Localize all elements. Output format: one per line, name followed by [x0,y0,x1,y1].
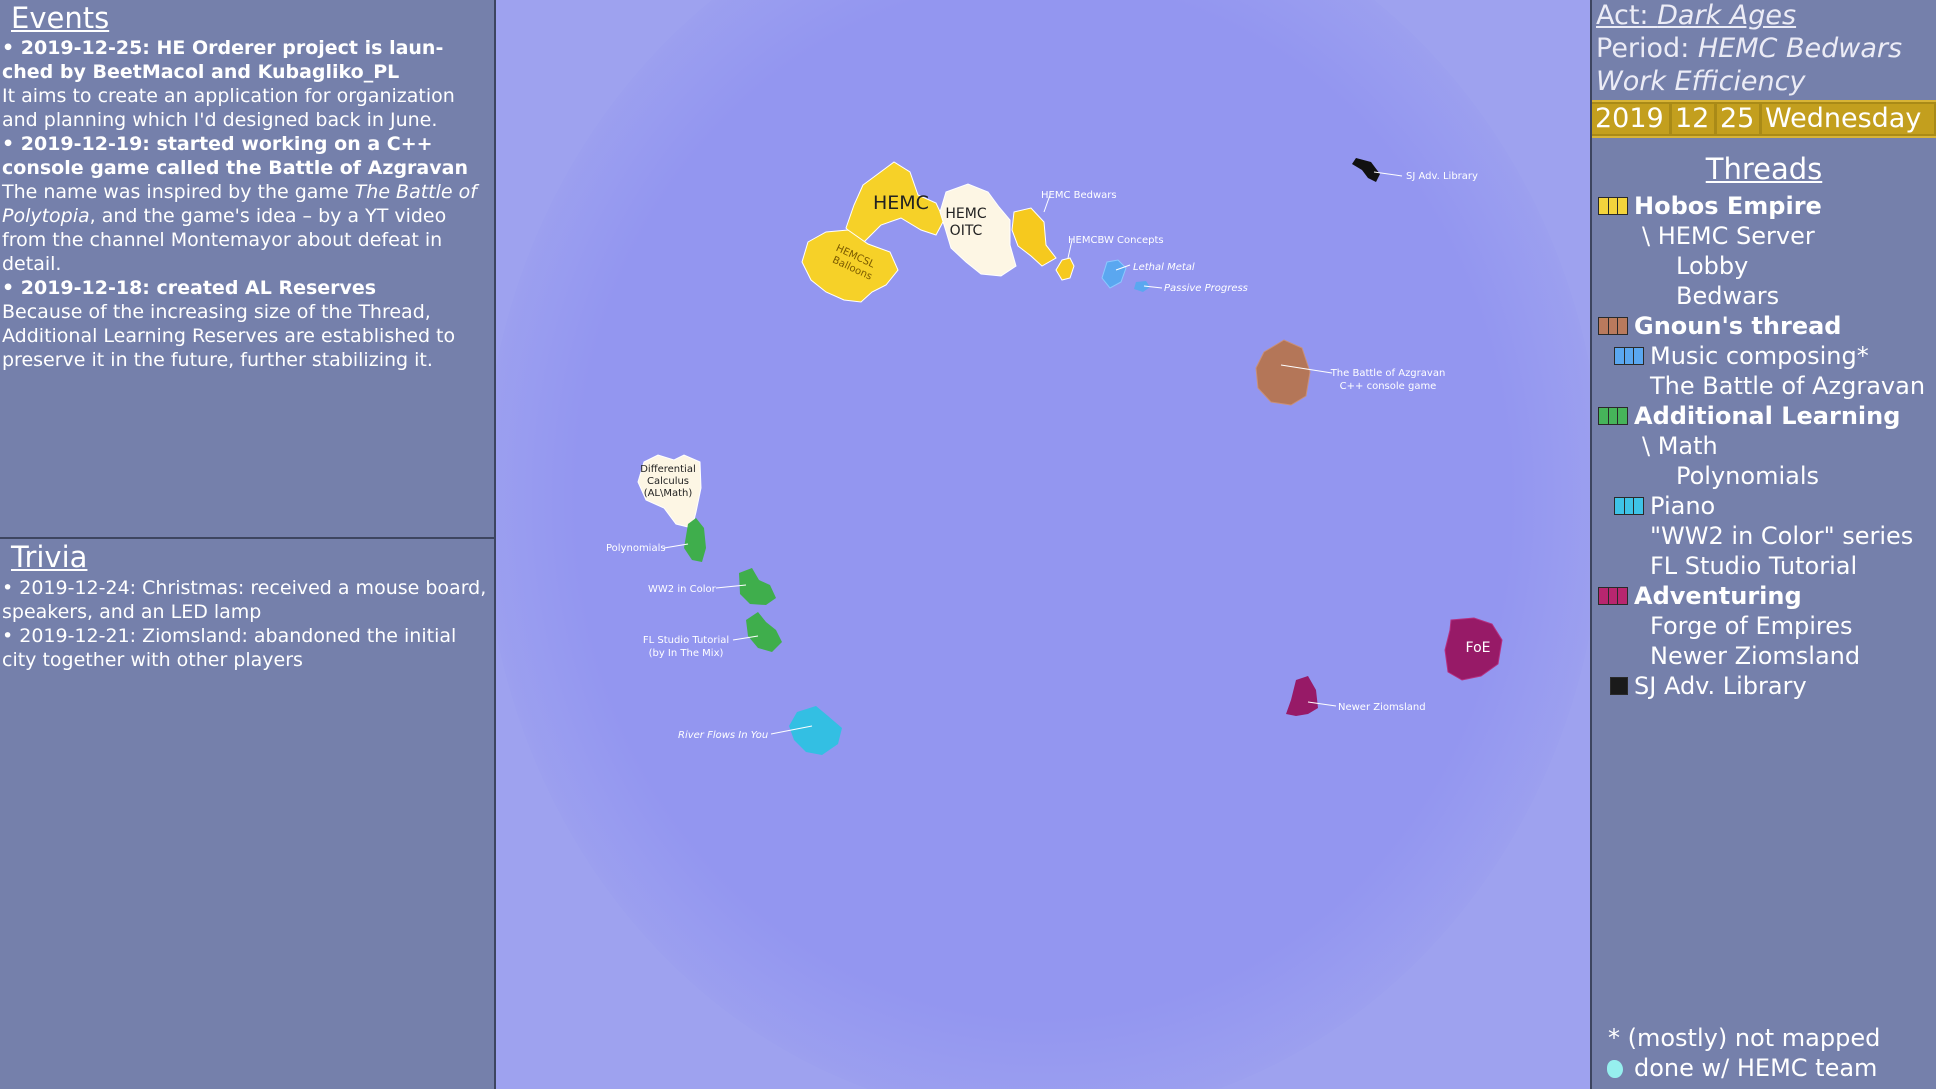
trivia-entry: • 2019-12-24: Christmas: received a mous… [2,577,487,623]
thread-item: Gnoun's thread [1634,312,1842,340]
left-panel: Events • 2019-12-25: HE Orderer project … [0,0,496,1089]
hemc-bedwars-label: HEMC Bedwars [1041,190,1117,201]
period-line: Period: HEMC Bedwars [1596,35,1902,62]
diffcalc-label: Differential [640,464,696,475]
fl-studio-label: (by In The Mix) [649,648,724,659]
event-entry: • 2019-12-19: started working on a C++ c… [2,132,492,276]
thread-item: Forge of Empires [1650,612,1853,640]
thread-item: Additional Learning [1634,402,1901,430]
thread-item: Music composing* [1650,342,1869,370]
event-headline: • 2019-12-25: HE Orderer project is laun… [2,37,444,83]
event-headline: • 2019-12-18: created AL Reserves [2,277,377,299]
act-value: Dark Ages [1657,0,1797,31]
hemc-oitc-label: HEMC [945,206,986,222]
trivia-section: Trivia • 2019-12-24: Christmas: received… [0,539,494,1089]
thread-item: Newer Ziomsland [1650,642,1861,670]
sj-library-label: SJ Adv. Library [1406,171,1478,182]
event-headline: • 2019-12-19: started working on a C++ c… [2,133,468,179]
right-panel: Act: Dark Ages Period: HEMC Bedwars Work… [1590,0,1936,1089]
thread-color-swatch [1598,317,1628,335]
thread-item: Adventuring [1634,582,1802,610]
trivia-heading: Trivia [11,540,88,574]
event-entry: • 2019-12-25: HE Orderer project is laun… [2,36,492,132]
date-weekday: Wednesday [1762,104,1934,134]
thread-item: SJ Adv. Library [1634,672,1807,700]
azgravan-label: The Battle of Azgravan [1330,368,1446,379]
diffcalc-label: (AL\Math) [644,488,693,499]
foe-label: FoE [1466,640,1491,656]
polynomials-label: Polynomials [606,543,666,554]
thread-item: "WW2 in Color" series [1650,522,1914,550]
date-bar: 2019 12 25 Wednesday [1592,100,1936,138]
hemc-oitc-label: OITC [950,223,983,239]
thread-item: Lobby [1676,252,1749,280]
act-line: Act: Dark Ages [1596,2,1796,29]
thread-item: Hobos Empire [1634,192,1822,220]
hemcbw-concepts-label: HEMCBW Concepts [1068,235,1164,246]
events-section: Events • 2019-12-25: HE Orderer project … [0,0,494,539]
thread-item: \ Math [1642,432,1718,460]
period-label: Period: [1596,33,1698,64]
threads-heading: Threads [1705,152,1823,186]
thread-color-swatch [1598,407,1628,425]
river-label: River Flows In You [678,730,768,741]
thread-color-swatch [1614,497,1644,515]
thread-color-swatch [1610,677,1628,695]
diffcalc-label: Calculus [647,476,689,487]
thread-item: Piano [1650,492,1716,520]
event-body: The name was inspired by the game The Ba… [2,181,477,275]
fl-studio-label: FL Studio Tutorial [643,635,729,646]
thread-color-swatch [1614,347,1644,365]
thread-item: Bedwars [1676,282,1780,310]
done-marker-icon [1607,1060,1623,1078]
event-body-text: The name was inspired by the game [2,181,355,203]
map-svg: HEMC HEMC OITC HEMCSL Balloons Different… [496,0,1590,1089]
event-entry: • 2019-12-18: created AL Reserves Becaus… [2,276,492,372]
event-body: Because of the increasing size of the Th… [2,301,456,371]
thread-color-swatch [1598,197,1628,215]
date-year: 2019 [1592,104,1669,134]
map-view[interactable]: HEMC HEMC OITC HEMCSL Balloons Different… [496,0,1590,1089]
footnote-not-mapped: * (mostly) not mapped [1608,1024,1881,1052]
thread-item: Polynomials [1676,462,1819,490]
period-value: HEMC Bedwars [1697,33,1903,64]
period-subtitle: Work Efficiency [1596,66,1806,97]
trivia-entry: • 2019-12-21: Ziomsland: abandoned the i… [2,625,457,671]
hemc-label: HEMC [873,192,929,214]
thread-color-swatch [1598,587,1628,605]
passive-progress-label: Passive Progress [1164,283,1248,294]
footnote-done: done w/ HEMC team [1634,1054,1878,1082]
thread-item: \ HEMC Server [1642,222,1815,250]
ww2-label: WW2 in Color [648,584,717,595]
azgravan-label: C++ console game [1340,381,1437,392]
thread-item: The Battle of Azgravan [1650,372,1926,400]
ziomsland-label: Newer Ziomsland [1338,702,1426,713]
date-day: 25 [1717,104,1759,134]
lethal-metal-label: Lethal Metal [1133,262,1195,273]
thread-item: FL Studio Tutorial [1650,552,1858,580]
event-body: It aims to create an application for org… [2,85,455,131]
date-month: 12 [1672,104,1714,134]
act-label: Act: [1596,0,1658,31]
events-heading: Events [11,1,110,35]
